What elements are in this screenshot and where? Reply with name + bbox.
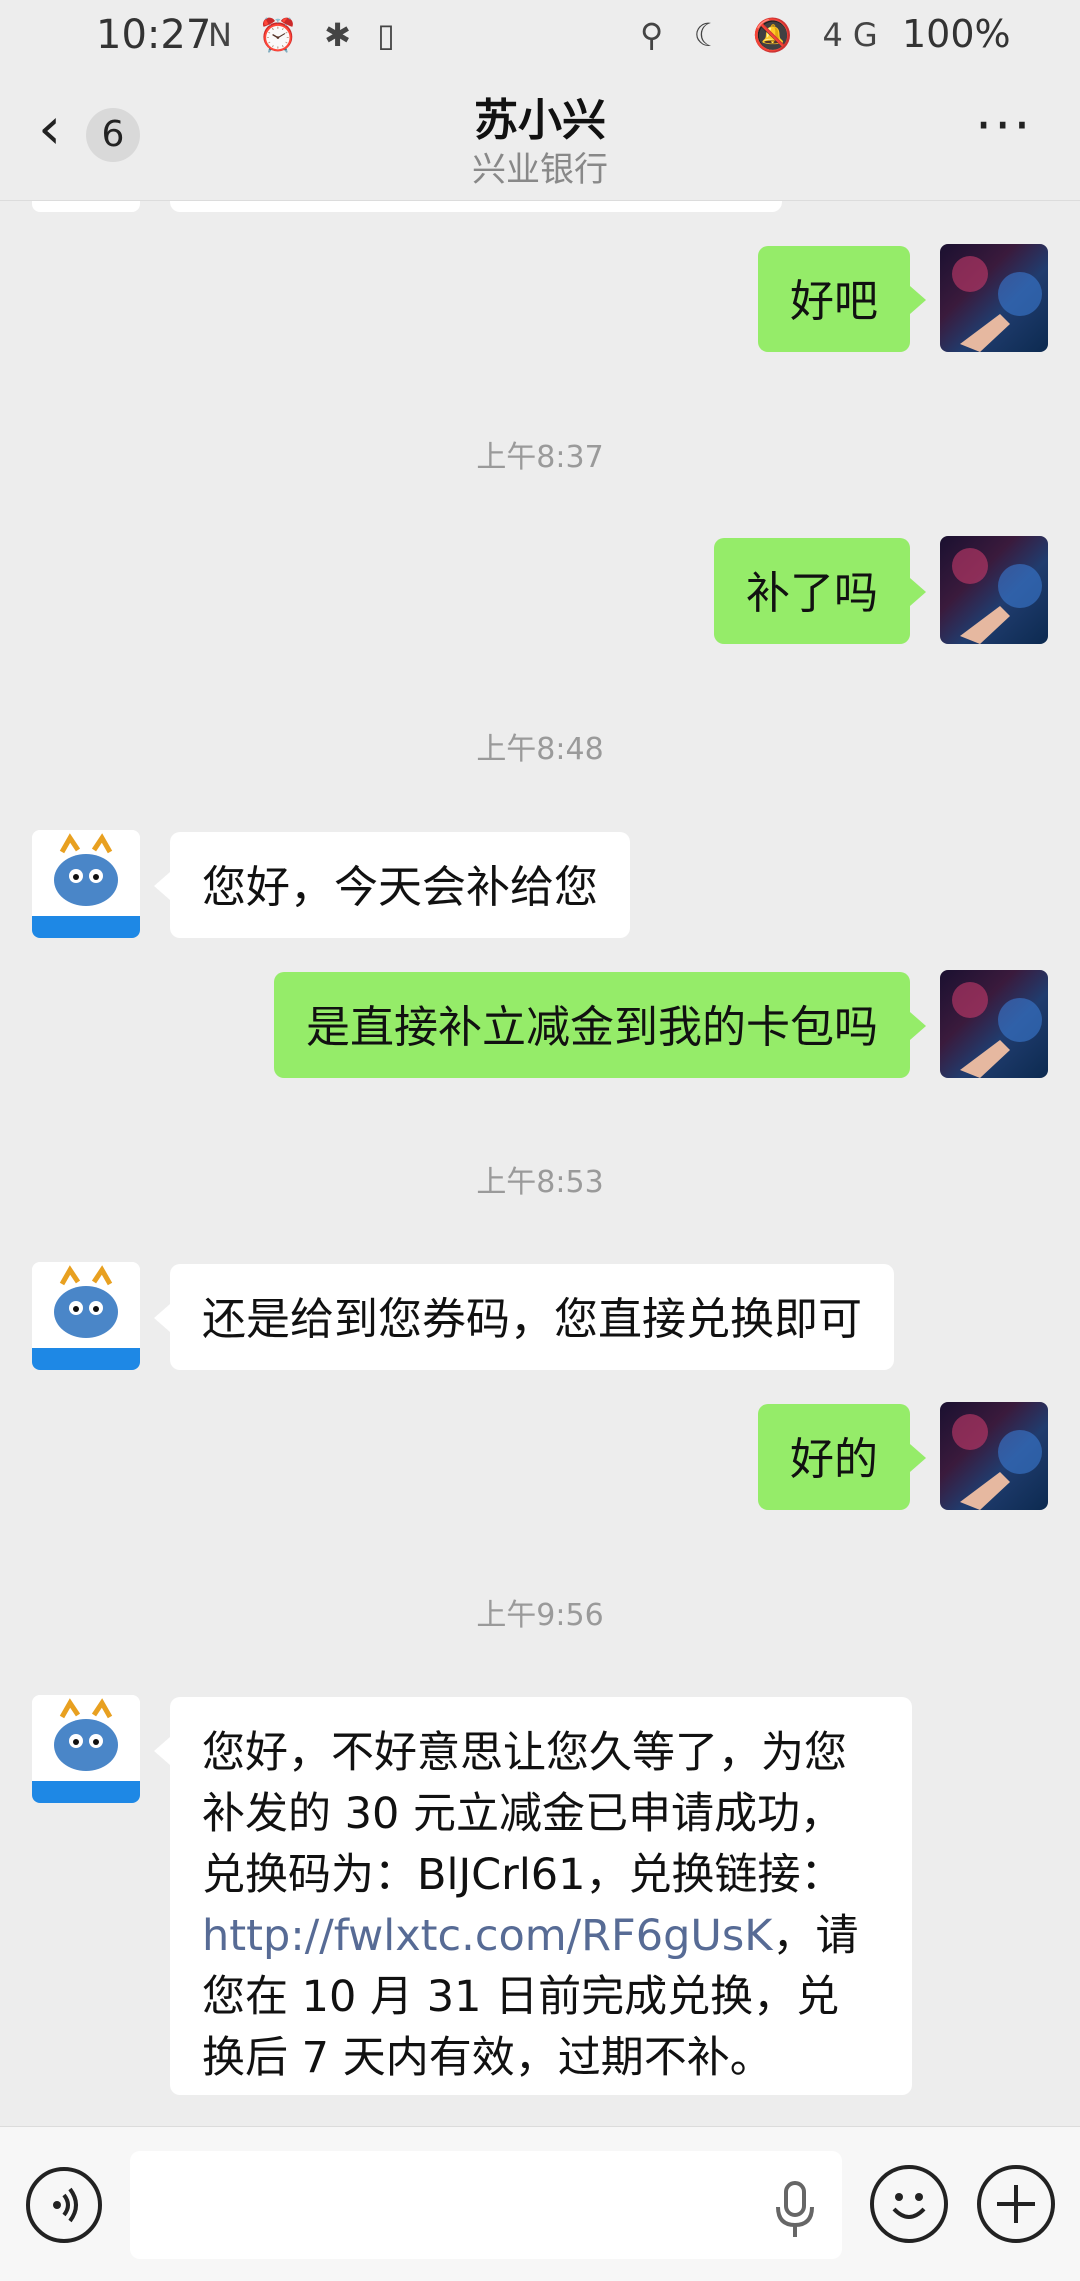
bank-mascot-image [32,830,140,938]
received-message[interactable]: 还是给到您券码，您直接兑换即可 [154,1264,894,1370]
chat-header: ‹ 6 苏小兴 兴业银行 ··· [0,74,1080,201]
more-options-icon[interactable]: ··· [975,94,1033,157]
message-text: 您好，不好意思让您久等了，为您补发的 30 元立减金已申请成功，兑换码为：BlJ… [202,1728,847,1900]
battery-level: 100% [902,12,1011,56]
emoji-icon[interactable] [870,2165,948,2243]
status-bar: 10:27 N ⏰ ✱ ▯ ⚲ ☾ 🔕 4G 100% [0,0,1080,74]
user-avatar[interactable] [940,1402,1048,1510]
timestamp: 上午9:56 [476,1598,604,1633]
user-avatar-image [952,548,1042,644]
user-avatar[interactable] [940,970,1048,1078]
message-list[interactable]: 好吧 上午8:37 补了吗 上午8:48 您好，今天会补给您 是直接补立减金到我… [0,200,1080,2125]
bank-mascot-image [32,1695,140,1803]
bank-avatar[interactable] [32,200,140,212]
voice-mode-icon[interactable] [26,2167,102,2243]
user-avatar-image [952,982,1042,1078]
add-attachment-icon[interactable] [977,2165,1055,2243]
timestamp: 上午8:37 [476,440,604,475]
redeem-link[interactable]: http://fwlxtc.com/RF6gUsK [202,1911,773,1961]
timestamp: 上午8:53 [476,1165,604,1200]
status-left-icons: N ⏰ ✱ ▯ [208,16,403,54]
received-message[interactable]: 您好，不好意思让您久等了，为您补发的 30 元立减金已申请成功，兑换码为：BlJ… [154,1697,912,2095]
timestamp: 上午8:48 [476,732,604,767]
sent-message[interactable]: 好的 [758,1404,926,1510]
bank-avatar[interactable] [32,1262,140,1370]
microphone-icon[interactable] [770,2179,820,2239]
status-right-icons: ⚲ ☾ 🔕 4G [640,16,888,54]
status-time: 10:27 [96,12,212,58]
user-avatar[interactable] [940,244,1048,352]
received-message[interactable]: 您好，今天会补给您 [154,832,630,938]
bank-avatar[interactable] [32,1695,140,1803]
sent-message[interactable]: 好吧 [758,246,926,352]
chat-subtitle: 兴业银行 [472,150,608,190]
input-bar [0,2126,1080,2281]
user-avatar[interactable] [940,536,1048,644]
chat-title: 苏小兴 [474,95,606,146]
sent-message[interactable]: 补了吗 [714,538,926,644]
sent-message[interactable]: 是直接补立减金到我的卡包吗 [274,972,926,1078]
user-avatar-image [952,256,1042,352]
bank-mascot-image [32,1262,140,1370]
previous-message-bubble [170,200,782,212]
bank-avatar[interactable] [32,830,140,938]
user-avatar-image [952,1414,1042,1510]
message-input[interactable] [130,2151,842,2259]
